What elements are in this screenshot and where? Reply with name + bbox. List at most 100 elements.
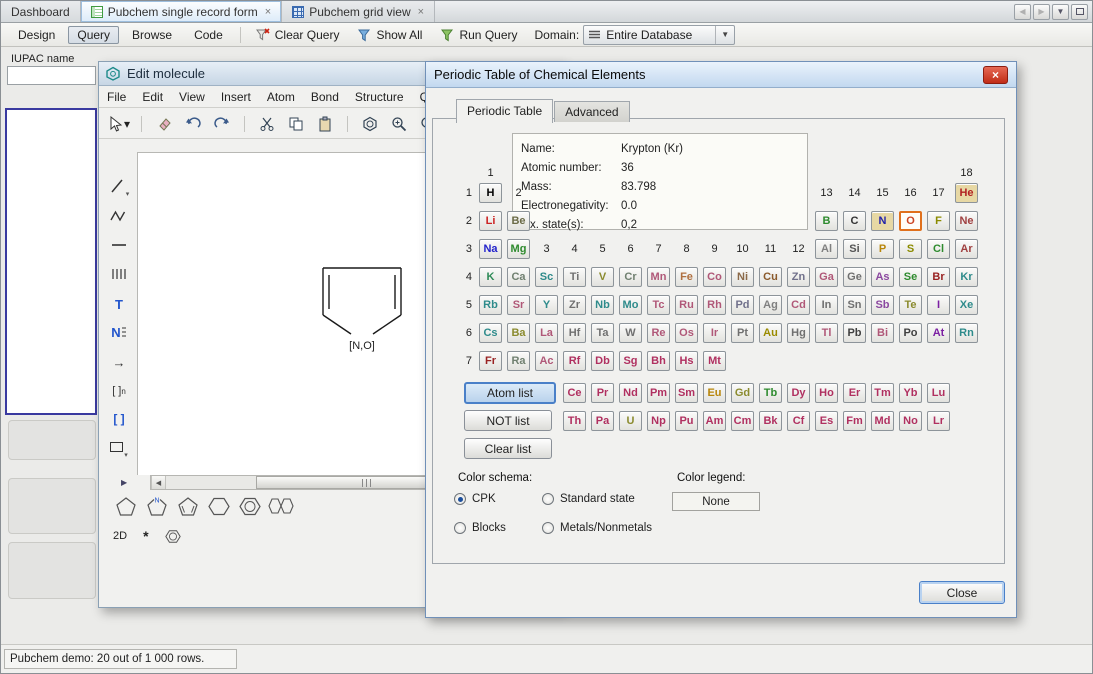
- menu-file[interactable]: File: [99, 88, 134, 106]
- element-al[interactable]: Al: [815, 239, 838, 259]
- element-h[interactable]: H: [479, 183, 502, 203]
- close-button[interactable]: Close: [919, 581, 1005, 604]
- scrollbar-left-arrow[interactable]: ◀: [151, 476, 166, 489]
- atom-list-button[interactable]: Atom list: [464, 382, 556, 404]
- any-atom-button[interactable]: *: [143, 528, 148, 544]
- element-y[interactable]: Y: [535, 295, 558, 315]
- element-w[interactable]: W: [619, 323, 642, 343]
- element-si[interactable]: Si: [843, 239, 866, 259]
- eraser-tool-button[interactable]: [153, 113, 175, 135]
- clear-query-button[interactable]: Clear Query: [249, 26, 347, 44]
- tab-periodic-table[interactable]: Periodic Table: [456, 99, 553, 123]
- repeating-group-tool-button[interactable]: [ ]n: [106, 379, 132, 403]
- element-co[interactable]: Co: [703, 267, 726, 287]
- menu-edit[interactable]: Edit: [134, 88, 171, 106]
- zoom-in-button[interactable]: [388, 113, 410, 135]
- element-mt[interactable]: Mt: [703, 351, 726, 371]
- design-button[interactable]: Design: [9, 26, 64, 44]
- element-o[interactable]: O: [899, 211, 922, 231]
- element-ti[interactable]: Ti: [563, 267, 586, 287]
- tab-scroll-right-button[interactable]: ▶: [1033, 4, 1050, 20]
- query-button[interactable]: Query: [68, 26, 119, 44]
- atom-list-label[interactable]: [N,O]: [349, 340, 375, 352]
- element-f[interactable]: F: [927, 211, 950, 231]
- cyclopentadiene-template-button[interactable]: [175, 494, 201, 518]
- element-cf[interactable]: Cf: [787, 411, 810, 431]
- clear-list-button[interactable]: Clear list: [464, 438, 552, 459]
- not-list-button[interactable]: NOT list: [464, 410, 552, 431]
- color-schema-option-metals-nonmetals[interactable]: Metals/Nonmetals: [542, 521, 652, 535]
- element-ba[interactable]: Ba: [507, 323, 530, 343]
- element-li[interactable]: Li: [479, 211, 502, 231]
- element-re[interactable]: Re: [647, 323, 670, 343]
- element-tb[interactable]: Tb: [759, 383, 782, 403]
- element-ta[interactable]: Ta: [591, 323, 614, 343]
- tab-close-icon[interactable]: ×: [418, 7, 424, 17]
- tab-advanced[interactable]: Advanced: [554, 101, 629, 122]
- run-query-button[interactable]: Run Query: [433, 26, 524, 44]
- element-db[interactable]: Db: [591, 351, 614, 371]
- element-lu[interactable]: Lu: [927, 383, 950, 403]
- menu-bond[interactable]: Bond: [303, 88, 347, 106]
- menu-atom[interactable]: Atom: [259, 88, 303, 106]
- element-he[interactable]: He: [955, 183, 978, 203]
- element-sm[interactable]: Sm: [675, 383, 698, 403]
- cyclopentane-template-button[interactable]: [113, 494, 139, 518]
- element-tl[interactable]: Tl: [815, 323, 838, 343]
- element-pu[interactable]: Pu: [675, 411, 698, 431]
- element-ni[interactable]: Ni: [731, 267, 754, 287]
- copy-button[interactable]: [285, 113, 307, 135]
- element-rf[interactable]: Rf: [563, 351, 586, 371]
- menu-structure[interactable]: Structure: [347, 88, 412, 106]
- element-ra[interactable]: Ra: [507, 351, 530, 371]
- element-th[interactable]: Th: [563, 411, 586, 431]
- element-i[interactable]: I: [927, 295, 950, 315]
- element-la[interactable]: La: [535, 323, 558, 343]
- element-cs[interactable]: Cs: [479, 323, 502, 343]
- multiple-group-tool-button[interactable]: [106, 262, 132, 286]
- color-schema-option-cpk[interactable]: CPK: [454, 492, 496, 506]
- element-se[interactable]: Se: [899, 267, 922, 287]
- document-tab-pubchem-grid-view[interactable]: Pubchem grid view×: [282, 1, 435, 22]
- maximize-window-button[interactable]: [1071, 4, 1088, 20]
- element-at[interactable]: At: [927, 323, 950, 343]
- element-bh[interactable]: Bh: [647, 351, 670, 371]
- element-zn[interactable]: Zn: [787, 267, 810, 287]
- element-er[interactable]: Er: [843, 383, 866, 403]
- element-mn[interactable]: Mn: [647, 267, 670, 287]
- benzene-template-button[interactable]: [237, 494, 263, 518]
- element-b[interactable]: B: [815, 211, 838, 231]
- element-sn[interactable]: Sn: [843, 295, 866, 315]
- close-window-button[interactable]: ×: [983, 66, 1008, 84]
- paste-button[interactable]: [314, 113, 336, 135]
- element-cl[interactable]: Cl: [927, 239, 950, 259]
- element-tm[interactable]: Tm: [871, 383, 894, 403]
- element-hg[interactable]: Hg: [787, 323, 810, 343]
- element-zr[interactable]: Zr: [563, 295, 586, 315]
- code-button[interactable]: Code: [185, 26, 232, 44]
- show-all-button[interactable]: Show All: [350, 26, 429, 44]
- element-es[interactable]: Es: [815, 411, 838, 431]
- element-pr[interactable]: Pr: [591, 383, 614, 403]
- element-s[interactable]: S: [899, 239, 922, 259]
- redo-button[interactable]: [211, 113, 233, 135]
- element-sc[interactable]: Sc: [535, 267, 558, 287]
- element-c[interactable]: C: [843, 211, 866, 231]
- element-ir[interactable]: Ir: [703, 323, 726, 343]
- any-bond-tool-button[interactable]: [106, 233, 132, 257]
- element-as[interactable]: As: [871, 267, 894, 287]
- reaction-arrow-tool-button[interactable]: →: [106, 350, 132, 374]
- benzene-small-icon[interactable]: [165, 529, 181, 544]
- document-tab-pubchem-single-record-form[interactable]: Pubchem single record form×: [81, 1, 283, 22]
- element-bk[interactable]: Bk: [759, 411, 782, 431]
- element-ca[interactable]: Ca: [507, 267, 530, 287]
- element-lr[interactable]: Lr: [927, 411, 950, 431]
- element-p[interactable]: P: [871, 239, 894, 259]
- element-be[interactable]: Be: [507, 211, 530, 231]
- element-pb[interactable]: Pb: [843, 323, 866, 343]
- element-u[interactable]: U: [619, 411, 642, 431]
- element-kr[interactable]: Kr: [955, 267, 978, 287]
- element-na[interactable]: Na: [479, 239, 502, 259]
- element-md[interactable]: Md: [871, 411, 894, 431]
- structure-field-box[interactable]: [5, 108, 97, 415]
